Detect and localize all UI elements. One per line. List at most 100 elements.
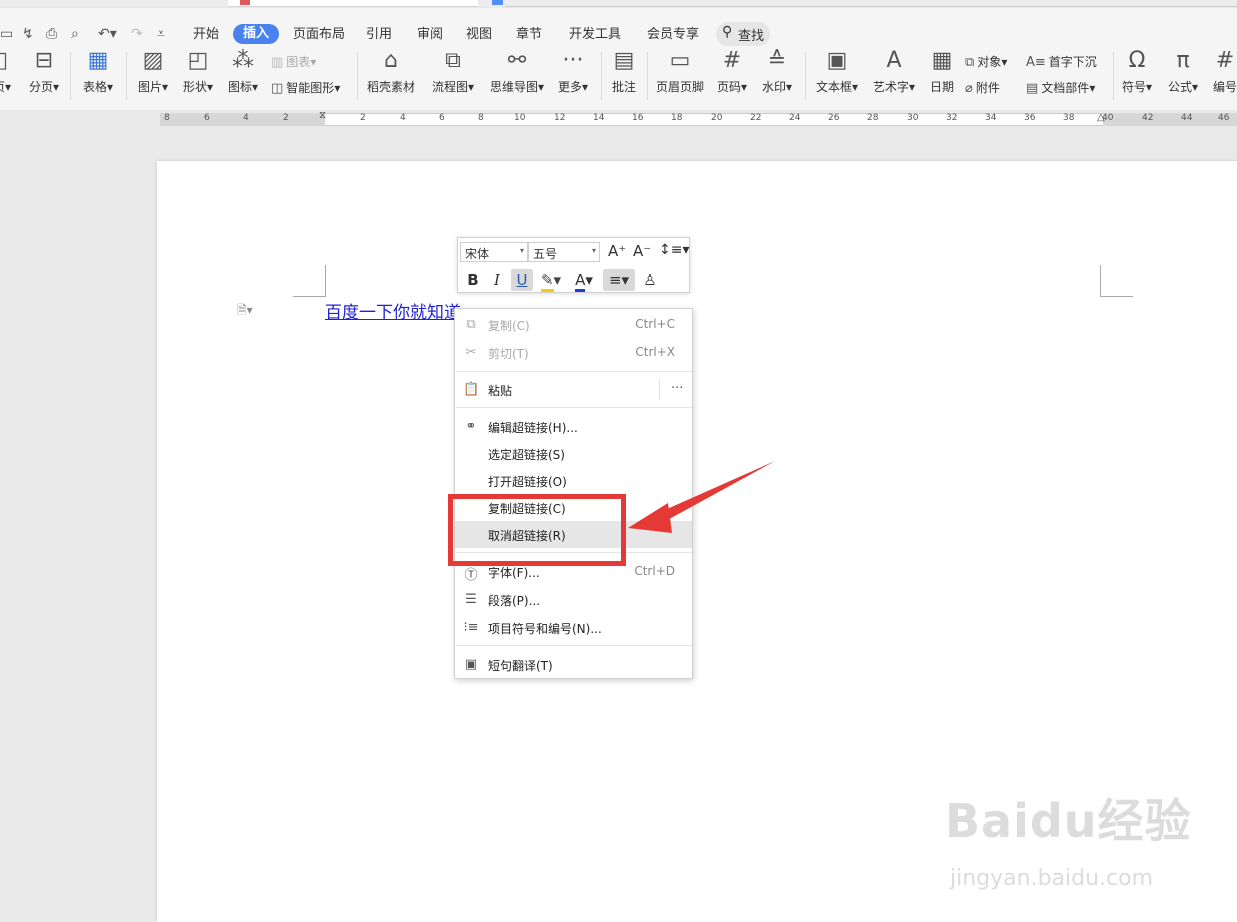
tab-references[interactable]: 引用 xyxy=(366,27,392,43)
flowchart-button[interactable]: ⧉ 流程图▾ xyxy=(428,48,478,95)
header-footer-button[interactable]: ▭ 页眉页脚 xyxy=(653,48,707,95)
ruler-number: 10 xyxy=(514,113,526,123)
highlight-button[interactable]: ✎▾ xyxy=(536,269,566,292)
right-indent-marker[interactable]: △ xyxy=(1097,112,1105,123)
tab-chapter[interactable]: 章节 xyxy=(516,27,542,43)
print-icon[interactable]: ⎙ xyxy=(46,26,57,42)
undo-icon[interactable]: ↶▾ xyxy=(98,26,117,42)
ruler-number: 36 xyxy=(1024,113,1036,123)
line-spacing-icon[interactable]: ↕≡▾ xyxy=(659,242,690,258)
highlight-box xyxy=(448,494,626,566)
cover-page-button[interactable]: ▯ 页▾ xyxy=(0,48,12,95)
shape-button[interactable]: ◰ 形状▾ xyxy=(178,48,218,95)
font-icon: Ⓣ xyxy=(464,568,478,583)
page-number-icon: # xyxy=(722,48,742,73)
tab-member[interactable]: 会员专享 xyxy=(647,27,699,43)
tab-insert[interactable]: 插入 xyxy=(233,24,280,44)
tab-view[interactable]: 视图 xyxy=(466,27,492,43)
drop-cap-button[interactable]: A≡ 首字下沉 xyxy=(1026,53,1097,70)
drop-cap-icon: A≡ xyxy=(1026,55,1046,70)
menu-item-bullets-numbering[interactable]: ⁝≡ 项目符号和编号(N)... xyxy=(455,614,692,641)
menu-item-translate[interactable]: ▣ 短句翻译(T) xyxy=(455,651,692,678)
menu-item-paragraph[interactable]: ☰ 段落(P)... xyxy=(455,586,692,613)
ruler-number: 20 xyxy=(711,113,723,123)
decrease-font-icon[interactable]: A⁻ xyxy=(633,242,651,260)
numbering-icon: # xyxy=(1215,48,1235,73)
wordart-button[interactable]: A 艺术字▾ xyxy=(869,48,919,95)
translate-icon: ▣ xyxy=(464,657,478,672)
ruler-number: 26 xyxy=(828,113,840,123)
export-icon[interactable]: ↯ xyxy=(22,26,34,42)
font-size-select[interactable]: 五号 ▾ xyxy=(528,242,600,262)
first-indent-marker[interactable]: ⧖ xyxy=(319,110,326,121)
document-parts-button[interactable]: ▤ 文档部件▾ xyxy=(1026,79,1095,96)
date-button[interactable]: ▦ 日期 xyxy=(924,48,960,95)
font-family-select[interactable]: 宋体 ▾ xyxy=(460,242,528,262)
pdf-tab-icon xyxy=(240,0,250,5)
omega-icon: Ω xyxy=(1128,48,1146,73)
chart-button[interactable]: ▥ 图表▾ xyxy=(271,53,316,70)
font-color-button[interactable]: A▾ xyxy=(569,269,599,292)
comment-icon: ▤ xyxy=(613,48,635,73)
object-button[interactable]: ⧉ 对象▾ xyxy=(965,53,1007,70)
textbox-button[interactable]: ▣ 文本框▾ xyxy=(812,48,862,95)
more-button[interactable]: ··· 更多▾ xyxy=(553,48,593,95)
ruler-number: 14 xyxy=(593,113,605,123)
ruler-number: 44 xyxy=(1181,113,1193,123)
document-tab[interactable] xyxy=(228,0,478,7)
italic-button[interactable]: I xyxy=(486,269,508,291)
search-box[interactable]: ⚲ 查找 xyxy=(716,22,770,46)
underline-button[interactable]: U xyxy=(511,269,533,291)
window-tab-strip xyxy=(0,0,1237,7)
more-icon: ··· xyxy=(562,48,584,73)
horizontal-ruler[interactable]: 8 6 4 2 2 4 6 8 10 12 14 16 18 20 22 24 … xyxy=(0,110,1237,130)
formula-button[interactable]: π 公式▾ xyxy=(1163,48,1203,95)
tab-page-layout[interactable]: 页面布局 xyxy=(293,27,345,43)
scissors-icon: ✂ xyxy=(465,345,477,360)
smart-graphic-button[interactable]: ◫ 智能图形▾ xyxy=(271,79,340,96)
print-preview-icon[interactable]: ⌕ xyxy=(71,26,79,42)
customize-quick-access-icon[interactable]: ⩡ xyxy=(157,26,165,42)
numbering-button[interactable]: # 编号 xyxy=(1210,48,1237,95)
search-icon: ⚲ xyxy=(722,24,733,40)
ruler-number: 8 xyxy=(164,113,170,123)
menu-item-cut[interactable]: ✂ 剪切(T) Ctrl+X xyxy=(455,339,692,366)
tab-developer[interactable]: 开发工具 xyxy=(569,27,621,43)
comment-button[interactable]: ▤ 批注 xyxy=(606,48,642,95)
increase-font-icon[interactable]: A⁺ xyxy=(608,242,626,260)
watermark-button[interactable]: ≙ 水印▾ xyxy=(757,48,797,95)
paragraph-handle-icon[interactable]: 🗎▾ xyxy=(237,301,253,322)
picture-button[interactable]: ▨ 图片▾ xyxy=(133,48,173,95)
ruler-number: 38 xyxy=(1063,113,1075,123)
table-button[interactable]: ▦ 表格▾ xyxy=(78,48,118,95)
page-number-button[interactable]: # 页码▾ xyxy=(712,48,752,95)
redo-icon[interactable]: ↷ xyxy=(131,26,143,42)
symbol-button[interactable]: Ω 符号▾ xyxy=(1119,48,1155,95)
menu-item-paste[interactable]: 📋 粘贴 ··· xyxy=(455,376,692,403)
menu-item-copy[interactable]: ⧉ 复制(C) Ctrl+C xyxy=(455,311,692,338)
ruler-number: 24 xyxy=(789,113,801,123)
bold-button[interactable]: B xyxy=(462,269,484,291)
page-break-button[interactable]: ⊟ 分页▾ xyxy=(24,48,64,95)
menu-bar: ▭ ↯ ⎙ ⌕ ↶▾ ↷ ⩡ 开始 插入 页面布局 引用 审阅 视图 章节 开发… xyxy=(0,8,1237,46)
mind-map-button[interactable]: ⚯ 思维导图▾ xyxy=(486,48,548,95)
page-break-icon: ⊟ xyxy=(34,48,54,73)
cover-page-icon: ▯ xyxy=(0,48,9,73)
paste-options-icon[interactable]: ··· xyxy=(671,381,683,396)
link-icon: ⚭ xyxy=(465,419,477,434)
header-footer-icon: ▭ xyxy=(669,48,691,73)
ruler-number: 4 xyxy=(400,113,406,123)
hyperlink-text[interactable]: 百度一下你就知道 xyxy=(325,298,461,323)
tab-review[interactable]: 审阅 xyxy=(417,27,443,43)
docer-material-button[interactable]: ⌂ 稻壳素材 xyxy=(364,48,418,95)
icons-button[interactable]: ⁂ 图标▾ xyxy=(223,48,263,95)
save-icon[interactable]: ▭ xyxy=(0,26,13,42)
format-painter-icon[interactable]: ♙ xyxy=(639,269,661,291)
ruler-number: 30 xyxy=(907,113,919,123)
tab-start[interactable]: 开始 xyxy=(193,27,219,43)
menu-item-edit-hyperlink[interactable]: ⚭ 编辑超链接(H)... xyxy=(455,413,692,440)
paperclip-icon: ⌀ xyxy=(965,81,973,96)
align-button[interactable]: ≡▾ xyxy=(603,269,635,291)
attachment-button[interactable]: ⌀ 附件 xyxy=(965,79,1000,96)
docer-material-icon: ⌂ xyxy=(384,48,398,73)
